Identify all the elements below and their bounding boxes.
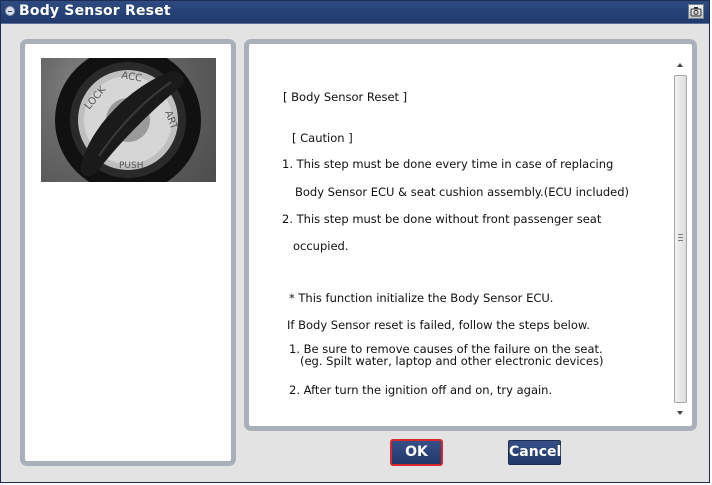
text-line: [ Body Sensor Reset ] (283, 90, 408, 104)
title-bar[interactable]: Body Sensor Reset (1, 1, 709, 24)
scroll-down-arrow-icon[interactable] (673, 405, 687, 419)
app-icon (5, 6, 15, 16)
text-line: (eg. Spilt water, laptop and other elect… (300, 354, 604, 368)
ok-button[interactable]: OK (390, 439, 443, 466)
scroll-thumb[interactable] (674, 75, 687, 403)
window-title: Body Sensor Reset (19, 3, 171, 19)
text-line: Body Sensor ECU & seat cushion assembly.… (295, 185, 630, 199)
cancel-button[interactable]: Cancel (508, 440, 561, 465)
vertical-scrollbar[interactable] (673, 57, 687, 419)
camera-icon[interactable] (688, 4, 704, 19)
text-line: If Body Sensor reset is failed, follow t… (287, 318, 590, 332)
text-line: [ Caution ] (292, 131, 353, 145)
text-line: 2. After turn the ignition off and on, t… (289, 383, 553, 397)
scroll-up-arrow-icon[interactable] (673, 57, 687, 71)
ignition-key-image: LOCK ACC ART PUSH (41, 58, 216, 182)
grip-icon (678, 234, 683, 241)
text-line: 1. This step must be done every time in … (282, 157, 614, 171)
text-line: * This function initialize the Body Sens… (289, 291, 554, 305)
instruction-text: [ Body Sensor Reset ] [ Caution ] 1. Thi… (249, 44, 666, 426)
body-sensor-reset-dialog: Body Sensor Reset LOCK ACC ART PUSH [Bo… (0, 0, 710, 483)
text-line: 2. This step must be done without front … (282, 212, 602, 226)
image-panel: LOCK ACC ART PUSH (20, 39, 236, 466)
text-line: occupied. (293, 239, 349, 253)
instruction-panel: [ Body Sensor Reset ] [ Caution ] 1. Thi… (244, 39, 697, 431)
svg-text:PUSH: PUSH (119, 161, 144, 171)
